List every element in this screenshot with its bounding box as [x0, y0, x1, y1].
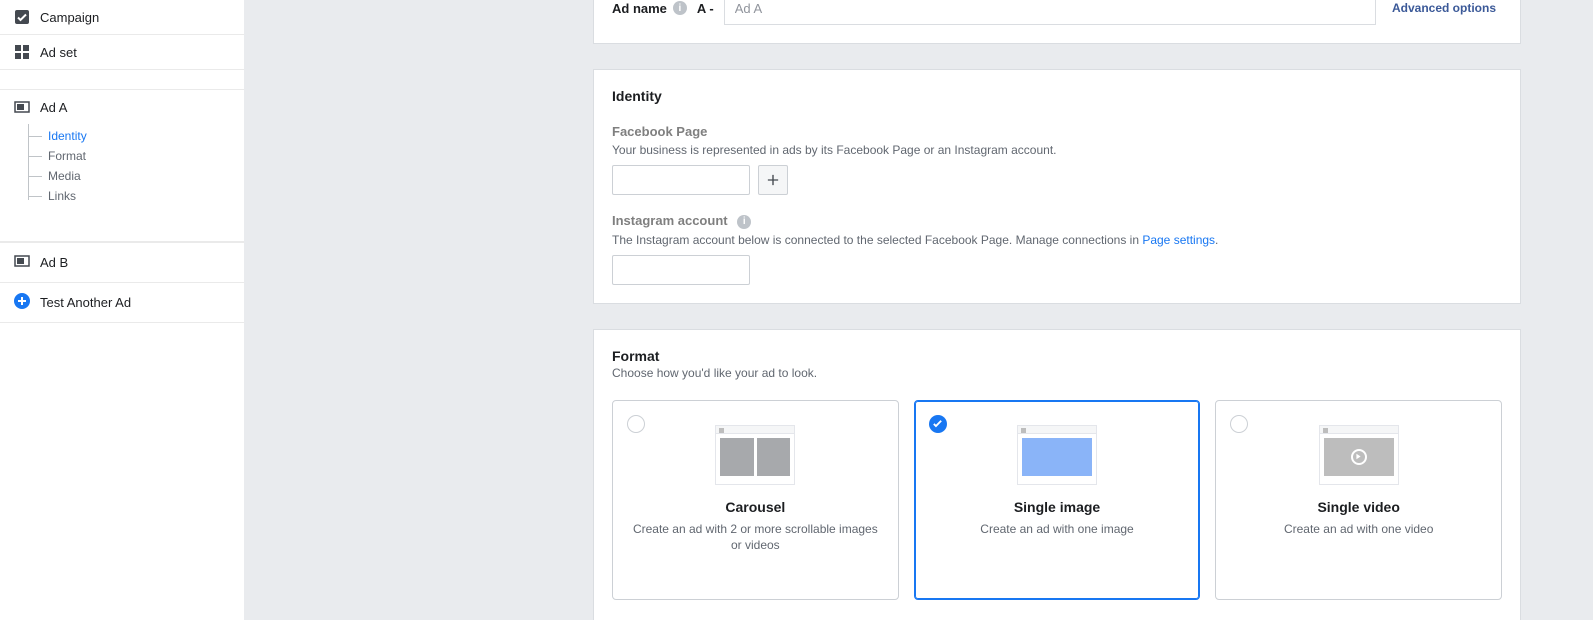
format-heading: Format: [612, 348, 1502, 364]
ad-name-panel: Ad name i A - Advanced options: [593, 0, 1521, 44]
card-title: Single image: [927, 499, 1188, 515]
card-desc: Create an ad with one video: [1228, 521, 1489, 537]
format-panel: Format Choose how you'd like your ad to …: [593, 329, 1521, 620]
subnav-identity[interactable]: Identity: [28, 126, 244, 146]
plus-circle-icon: [14, 293, 30, 312]
format-card-single-video[interactable]: Single video Create an ad with one video: [1215, 400, 1502, 600]
single-image-thumbnail-icon: [1017, 425, 1097, 485]
instagram-account-desc: The Instagram account below is connected…: [612, 233, 1502, 247]
page-settings-link[interactable]: Page settings: [1142, 233, 1215, 247]
card-desc: Create an ad with 2 or more scrollable i…: [625, 521, 886, 553]
card-title: Carousel: [625, 499, 886, 515]
ad-name-label: Ad name i: [612, 1, 687, 16]
identity-panel: Identity Facebook Page Your business is …: [593, 69, 1521, 304]
radio-checked-icon: [929, 415, 947, 433]
ad-a-subnav: Identity Format Media Links: [0, 124, 244, 212]
sidebar-item-label: Ad A: [40, 100, 67, 115]
main-content: Ad name i A - Advanced options Identity …: [245, 0, 1593, 620]
card-title: Single video: [1228, 499, 1489, 515]
play-icon: [1351, 449, 1367, 465]
radio-unchecked-icon: [627, 415, 645, 433]
facebook-page-select[interactable]: [612, 165, 750, 195]
add-page-button[interactable]: [758, 165, 788, 195]
ad-name-input[interactable]: [724, 0, 1376, 25]
sidebar-item-adset[interactable]: Ad set: [0, 35, 244, 70]
format-card-single-image[interactable]: Single image Create an ad with one image: [914, 400, 1201, 600]
subnav-media[interactable]: Media: [28, 166, 244, 186]
format-card-carousel[interactable]: Carousel Create an ad with 2 or more scr…: [612, 400, 899, 600]
adset-icon: [14, 44, 30, 60]
info-icon[interactable]: i: [737, 215, 751, 229]
sidebar-item-label: Ad set: [40, 45, 77, 60]
facebook-page-label: Facebook Page: [612, 124, 1502, 139]
subnav-links[interactable]: Links: [28, 186, 244, 206]
instagram-account-label: Instagram account i: [612, 213, 1502, 229]
sidebar-item-test-another-ad[interactable]: Test Another Ad: [0, 283, 244, 323]
info-icon[interactable]: i: [673, 1, 687, 15]
ad-icon: [14, 253, 30, 272]
identity-heading: Identity: [594, 88, 1520, 104]
single-video-thumbnail-icon: [1319, 425, 1399, 485]
ad-icon: [14, 99, 30, 115]
carousel-thumbnail-icon: [715, 425, 795, 485]
ad-name-prefix: A -: [697, 1, 714, 16]
sidebar-item-ad-a[interactable]: Ad A: [0, 90, 244, 124]
subnav-format[interactable]: Format: [28, 146, 244, 166]
sidebar: Campaign Ad set Ad A Identity Format Med…: [0, 0, 245, 620]
sidebar-item-ad-b[interactable]: Ad B: [0, 242, 244, 283]
sidebar-item-label: Ad B: [40, 255, 68, 270]
sidebar-item-campaign[interactable]: Campaign: [0, 0, 244, 35]
sidebar-item-label: Campaign: [40, 10, 99, 25]
facebook-page-desc: Your business is represented in ads by i…: [612, 143, 1502, 157]
instagram-account-select[interactable]: [612, 255, 750, 285]
advanced-options-link[interactable]: Advanced options: [1386, 1, 1502, 15]
card-desc: Create an ad with one image: [927, 521, 1188, 537]
campaign-icon: [14, 9, 30, 25]
radio-unchecked-icon: [1230, 415, 1248, 433]
sidebar-item-label: Test Another Ad: [40, 295, 131, 310]
format-subheading: Choose how you'd like your ad to look.: [612, 366, 1502, 380]
